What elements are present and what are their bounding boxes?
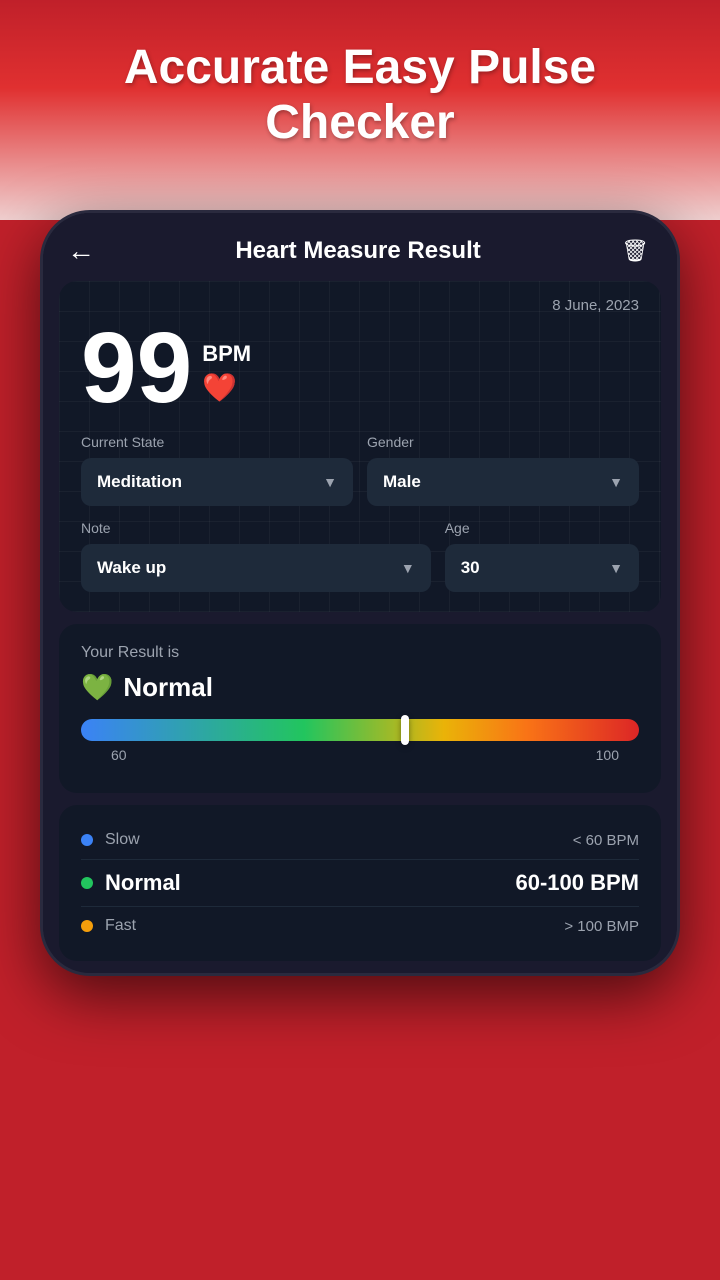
- bpm-value: 99: [81, 318, 192, 418]
- age-value: 30: [461, 558, 480, 578]
- slider-labels: 60 100: [81, 747, 639, 763]
- top-background: Accurate Easy Pulse Checker: [0, 0, 720, 220]
- age-group: Age 30 ▼: [445, 520, 639, 592]
- result-label: Your Result is: [81, 644, 639, 662]
- current-state-value: Meditation: [97, 472, 182, 492]
- legend-row-fast: Fast > 100 BMP: [81, 909, 639, 943]
- gender-chevron: ▼: [609, 474, 623, 490]
- app-title: Accurate Easy Pulse Checker: [0, 40, 720, 150]
- legend-label-slow: Slow: [105, 831, 140, 849]
- screen-title: Heart Measure Result: [235, 237, 480, 265]
- legend-dot-slow: [81, 834, 93, 846]
- legend-value-slow: < 60 BPM: [573, 832, 639, 849]
- legend-dot-fast: [81, 920, 93, 932]
- result-card: Your Result is 💚 Normal 60 100: [59, 624, 661, 793]
- legend-label-fast: Fast: [105, 917, 136, 935]
- note-label: Note: [81, 520, 431, 536]
- current-state-label: Current State: [81, 434, 353, 450]
- slider-container: 60 100: [81, 719, 639, 763]
- slider-label-60: 60: [81, 747, 127, 763]
- note-chevron: ▼: [401, 560, 415, 576]
- heart-icon: ❤️: [202, 371, 237, 404]
- phone-shell: ← Heart Measure Result 🗑 8 June, 2023 99…: [40, 210, 680, 976]
- legend-value-normal: 60-100 BPM: [515, 870, 639, 896]
- current-state-chevron: ▼: [323, 474, 337, 490]
- gender-select[interactable]: Male ▼: [367, 458, 639, 506]
- bpm-row: 99 BPM ❤️: [81, 318, 639, 418]
- result-status-text: Normal: [123, 672, 213, 703]
- gender-value: Male: [383, 472, 421, 492]
- age-chevron: ▼: [609, 560, 623, 576]
- legend-dot-normal: [81, 877, 93, 889]
- slider-thumb: [401, 715, 409, 745]
- legend-row-slow: Slow < 60 BPM: [81, 823, 639, 857]
- legend-fast-left: Fast: [81, 917, 136, 935]
- bpm-unit: BPM: [202, 341, 251, 367]
- bpm-label-heart: BPM ❤️: [202, 341, 251, 404]
- gender-group: Gender Male ▼: [367, 434, 639, 506]
- gender-label: Gender: [367, 434, 639, 450]
- legend-slow-left: Slow: [81, 831, 140, 849]
- note-value: Wake up: [97, 558, 166, 578]
- fields-row-2: Note Wake up ▼ Age 30 ▼: [81, 520, 639, 592]
- slider-bar: [81, 719, 639, 741]
- legend-row-normal: Normal 60-100 BPM: [81, 862, 639, 904]
- app-content: ← Heart Measure Result 🗑 8 June, 2023 99…: [43, 213, 677, 961]
- note-group: Note Wake up ▼: [81, 520, 431, 592]
- result-status-icon: 💚: [81, 672, 113, 703]
- back-button[interactable]: ←: [67, 235, 95, 267]
- age-label: Age: [445, 520, 639, 536]
- delete-button[interactable]: 🗑: [621, 238, 649, 264]
- result-status-row: 💚 Normal: [81, 672, 639, 703]
- top-bar: ← Heart Measure Result 🗑: [43, 213, 677, 281]
- legend-section: Slow < 60 BPM Normal 60-100 BPM Fast: [59, 805, 661, 961]
- bpm-card: 8 June, 2023 99 BPM ❤️ Current State Med…: [59, 281, 661, 612]
- current-state-group: Current State Meditation ▼: [81, 434, 353, 506]
- legend-normal-left: Normal: [81, 870, 181, 896]
- current-state-select[interactable]: Meditation ▼: [81, 458, 353, 506]
- slider-label-100: 100: [596, 747, 639, 763]
- legend-value-fast: > 100 BMP: [564, 918, 639, 935]
- fields-row-1: Current State Meditation ▼ Gender Male ▼: [81, 434, 639, 506]
- legend-label-normal: Normal: [105, 870, 181, 896]
- age-select[interactable]: 30 ▼: [445, 544, 639, 592]
- note-select[interactable]: Wake up ▼: [81, 544, 431, 592]
- legend-divider-1: [81, 859, 639, 860]
- legend-divider-2: [81, 906, 639, 907]
